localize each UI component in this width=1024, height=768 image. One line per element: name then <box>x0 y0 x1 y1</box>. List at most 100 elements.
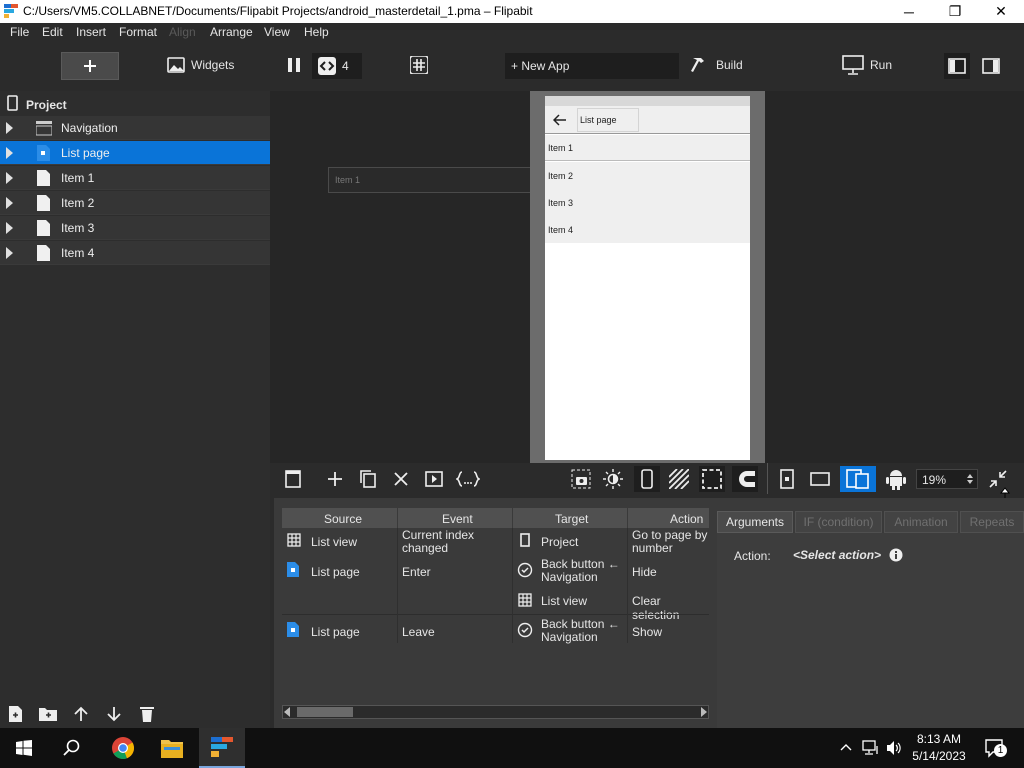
left-panel-toggle[interactable] <box>944 53 970 79</box>
add-folder-icon[interactable] <box>39 707 57 721</box>
events-panel: Source Event Target Action List view Cur… <box>274 498 1024 728</box>
back-arrow-icon[interactable] <box>553 114 567 126</box>
volume-icon[interactable] <box>886 740 902 756</box>
scroll-left-icon[interactable] <box>284 707 290 717</box>
tab-arguments[interactable]: Arguments <box>717 511 793 533</box>
tree-item-navigation[interactable]: Navigation <box>0 116 270 140</box>
landscape-button[interactable] <box>807 466 833 492</box>
file-explorer-icon[interactable] <box>161 738 183 758</box>
maximize-button[interactable]: ❐ <box>932 0 978 23</box>
widgets-button[interactable]: Widgets <box>167 57 234 73</box>
minimize-button[interactable]: ─ <box>886 0 932 23</box>
run-button[interactable]: Run <box>842 55 892 75</box>
page-view-button[interactable] <box>280 466 306 492</box>
windows-start-icon[interactable] <box>16 740 32 756</box>
events-horizontal-scrollbar[interactable] <box>282 705 709 719</box>
stripes-button[interactable] <box>666 466 692 492</box>
network-icon[interactable] <box>862 740 880 756</box>
notification-button[interactable]: 1 <box>985 738 1007 758</box>
menu-arrange[interactable]: Arrange <box>210 25 253 39</box>
new-app-button[interactable]: + New App <box>505 53 679 79</box>
list-item[interactable]: Item 1 <box>545 135 750 161</box>
tab-repeats[interactable]: Repeats <box>960 511 1024 533</box>
add-widget-button[interactable] <box>322 466 348 492</box>
code-button[interactable]: 4 <box>312 53 362 79</box>
expand-arrow-icon[interactable] <box>6 222 13 234</box>
landscape-icon <box>810 472 830 486</box>
expand-arrow-icon[interactable] <box>6 172 13 184</box>
offscreen-list-item[interactable]: Item 1 <box>328 167 531 193</box>
list-item[interactable]: Item 2 <box>545 162 750 189</box>
pause-button[interactable] <box>287 57 301 73</box>
info-icon[interactable] <box>889 548 903 562</box>
menu-file[interactable]: File <box>10 25 29 39</box>
right-panel-toggle[interactable] <box>978 53 1004 79</box>
close-button[interactable]: ✕ <box>978 0 1024 23</box>
column-source[interactable]: Source <box>324 512 362 526</box>
grid-toggle-button[interactable] <box>410 56 428 74</box>
preview-button[interactable] <box>421 466 447 492</box>
tab-if-condition[interactable]: IF (condition) <box>795 511 882 533</box>
zoom-spinbox[interactable]: 19% <box>916 469 978 489</box>
menu-insert[interactable]: Insert <box>76 25 106 39</box>
move-up-icon[interactable] <box>73 706 89 722</box>
list-item[interactable]: Item 4 <box>545 216 750 243</box>
scroll-right-icon[interactable] <box>701 707 707 717</box>
move-down-icon[interactable] <box>106 706 122 722</box>
search-icon[interactable] <box>63 739 81 757</box>
spin-arrows-icon[interactable] <box>966 473 974 485</box>
tab-animation[interactable]: Animation <box>884 511 958 533</box>
scroll-thumb[interactable] <box>297 707 353 717</box>
menu-format[interactable]: Format <box>119 25 157 39</box>
build-button[interactable]: Build <box>690 56 743 74</box>
column-event[interactable]: Event <box>442 512 473 526</box>
tree-item-item-3[interactable]: Item 3 <box>0 216 270 240</box>
selection-button[interactable] <box>699 466 725 492</box>
script-button[interactable] <box>454 466 482 492</box>
expand-arrow-icon[interactable] <box>6 147 13 159</box>
clock[interactable]: 8:13 AM 5/14/2023 <box>905 732 973 763</box>
menu-view[interactable]: View <box>264 25 290 39</box>
device-button[interactable] <box>634 466 660 492</box>
tree-item-item-4[interactable]: Item 4 <box>0 241 270 265</box>
chrome-icon[interactable] <box>111 736 135 760</box>
tree-item-list-page[interactable]: List page <box>0 141 270 165</box>
portrait-button[interactable] <box>774 466 800 492</box>
devices-icon <box>846 469 869 489</box>
row-target: Back button ← Navigation <box>541 617 620 644</box>
check-circle-icon <box>517 562 533 578</box>
menu-align[interactable]: Align <box>169 25 196 39</box>
flipabit-logo-icon <box>4 4 18 18</box>
expand-arrow-icon[interactable] <box>6 247 13 259</box>
theme-button[interactable] <box>600 466 626 492</box>
tree-item-item-1[interactable]: Item 1 <box>0 166 270 190</box>
list-item[interactable]: Item 3 <box>545 189 750 216</box>
column-target[interactable]: Target <box>555 512 588 526</box>
action-selector[interactable]: <Select action> <box>793 548 881 562</box>
project-header[interactable]: Project <box>0 91 270 116</box>
event-row[interactable]: List page Leave Back button ← Navigation… <box>282 618 709 646</box>
column-action[interactable]: Action <box>670 512 703 526</box>
delete-widget-button[interactable] <box>388 466 414 492</box>
chevron-up-icon[interactable] <box>840 743 852 751</box>
offscreen-item-label: Item 1 <box>335 175 361 185</box>
delete-icon[interactable] <box>140 706 154 722</box>
multi-device-button[interactable] <box>840 466 876 492</box>
event-row[interactable]: List page Enter Back button ← Navigation… <box>282 558 709 586</box>
phone-screen[interactable]: List page Item 1 Item 2 Item 3 Item 4 <box>545 96 750 460</box>
row-event: Leave <box>402 625 435 639</box>
android-button[interactable] <box>883 466 909 492</box>
event-row[interactable]: List view Clear selection <box>282 589 709 622</box>
magnet-button[interactable] <box>732 466 758 492</box>
taskbar-flipabit[interactable] <box>199 728 245 768</box>
screenshot-button[interactable] <box>568 466 594 492</box>
expand-arrow-icon[interactable] <box>6 122 13 134</box>
menu-edit[interactable]: Edit <box>42 25 63 39</box>
event-row[interactable]: List view Current index changed Project … <box>282 528 709 556</box>
copy-button[interactable] <box>355 466 381 492</box>
add-page-button[interactable] <box>61 52 119 80</box>
add-page-icon[interactable] <box>8 706 24 722</box>
tree-item-item-2[interactable]: Item 2 <box>0 191 270 215</box>
expand-arrow-icon[interactable] <box>6 197 13 209</box>
menu-help[interactable]: Help <box>304 25 329 39</box>
